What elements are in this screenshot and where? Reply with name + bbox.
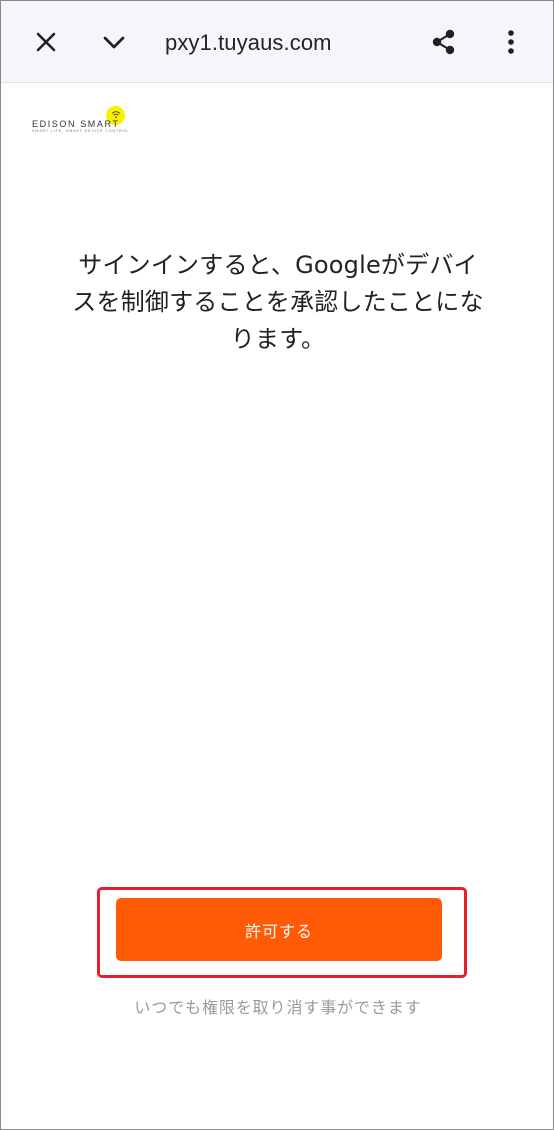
revoke-note: いつでも権限を取り消す事ができます	[134, 998, 422, 1017]
chevron-down-icon	[103, 36, 125, 49]
close-button[interactable]	[26, 22, 66, 62]
authorization-message: サインインすると、Googleがデバイスを制御することを承認したことになります。	[72, 251, 484, 353]
browser-screen: pxy1.tuyaus.com EDISON SMART SMART LIFE,…	[0, 0, 554, 1130]
more-vertical-icon	[508, 30, 514, 54]
close-icon	[36, 32, 56, 52]
collapse-button[interactable]	[94, 22, 134, 62]
share-icon	[432, 29, 455, 55]
browser-toolbar: pxy1.tuyaus.com	[1, 1, 553, 83]
brand-tagline: SMART LIFE, SMART DEVICE CONTROL	[32, 129, 130, 133]
brand-name: EDISON SMART	[32, 119, 120, 129]
brand-logo: EDISON SMART SMART LIFE, SMART DEVICE CO…	[32, 106, 130, 136]
more-options-button[interactable]	[491, 22, 531, 62]
allow-button[interactable]: 許可する	[116, 898, 442, 961]
share-button[interactable]	[424, 22, 464, 62]
url-text[interactable]: pxy1.tuyaus.com	[165, 28, 332, 58]
